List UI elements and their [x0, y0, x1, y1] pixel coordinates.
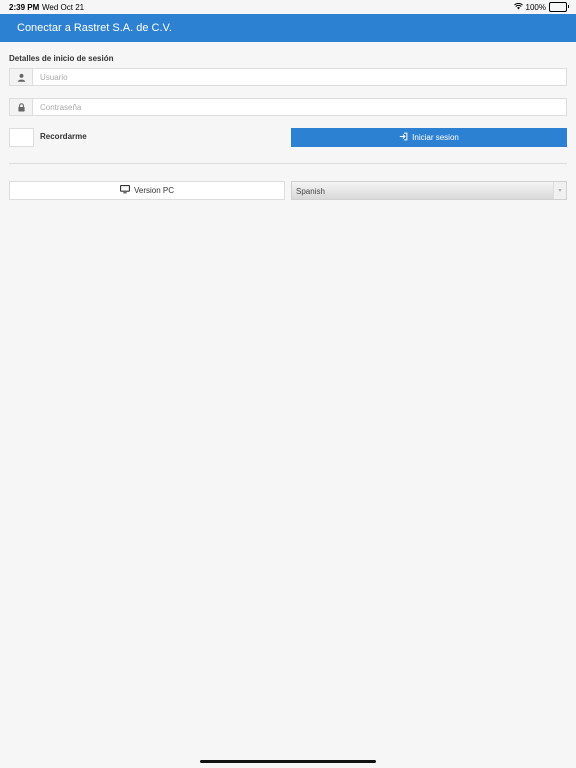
status-time: 2:39 PM: [9, 3, 40, 12]
divider: [9, 163, 567, 164]
page-title: Conectar a Rastret S.A. de C.V.: [17, 22, 172, 34]
user-icon: [10, 69, 33, 85]
username-group: [9, 68, 567, 86]
chevron-down-icon: ▾: [553, 182, 566, 199]
battery-percent: 100%: [525, 2, 546, 12]
login-button-label: Iniciar sesion: [412, 133, 459, 142]
password-group: [9, 98, 567, 116]
language-selected-value: Spanish: [296, 187, 325, 196]
login-section-label: Detalles de inicio de sesión: [9, 54, 114, 63]
remember-checkbox[interactable]: [9, 128, 34, 147]
status-right: 100%: [513, 2, 569, 12]
monitor-icon: [119, 185, 130, 196]
username-input[interactable]: [33, 69, 566, 85]
sign-in-icon: [399, 132, 408, 143]
language-select[interactable]: Spanish ▾: [291, 181, 567, 200]
app-header: Conectar a Rastret S.A. de C.V.: [0, 14, 576, 42]
lock-icon: [10, 99, 33, 115]
home-indicator[interactable]: [200, 760, 376, 763]
status-bar: 2:39 PM Wed Oct 21 100%: [0, 0, 576, 14]
status-date: Wed Oct 21: [42, 3, 85, 12]
pc-version-label: Version PC: [133, 186, 175, 195]
battery-icon: [549, 2, 569, 12]
pc-version-button[interactable]: Version PC: [9, 181, 285, 200]
remember-label: Recordarme: [40, 132, 87, 141]
login-button[interactable]: Iniciar sesion: [291, 128, 567, 147]
password-input[interactable]: [33, 99, 566, 115]
wifi-icon: [513, 2, 523, 12]
